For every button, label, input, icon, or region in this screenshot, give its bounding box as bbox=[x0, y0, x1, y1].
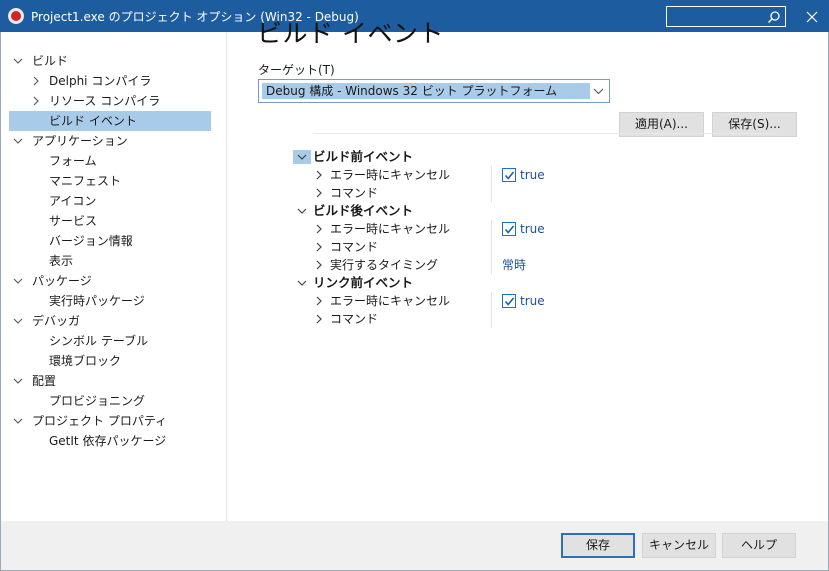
checkbox[interactable] bbox=[502, 294, 516, 308]
nav-item[interactable]: 環境ブロック bbox=[9, 351, 211, 371]
nav-item[interactable]: リソース コンパイラ bbox=[9, 91, 211, 111]
nav-item-label: GetIt 依存パッケージ bbox=[49, 434, 167, 448]
property-value: true bbox=[520, 168, 545, 182]
nav-item[interactable]: シンボル テーブル bbox=[9, 331, 211, 351]
chevron-right-icon[interactable] bbox=[314, 188, 324, 198]
target-select[interactable]: Debug 構成 - Windows 32 ビット プラットフォーム bbox=[258, 79, 610, 103]
chevron-down-icon[interactable] bbox=[13, 276, 23, 286]
nav-item-label: 環境ブロック bbox=[49, 354, 122, 368]
chevron-down-icon[interactable] bbox=[297, 278, 307, 288]
nav-item[interactable]: フォーム bbox=[9, 151, 211, 171]
chevron-right-icon[interactable] bbox=[314, 314, 324, 324]
property-divider bbox=[491, 166, 492, 202]
check-icon bbox=[504, 225, 515, 234]
nav-item[interactable]: 実行時パッケージ bbox=[9, 291, 211, 311]
chevron-right-icon[interactable] bbox=[314, 296, 324, 306]
nav-item-label: バージョン情報 bbox=[49, 234, 133, 248]
group-divider bbox=[313, 133, 777, 134]
chevron-down-icon[interactable] bbox=[297, 206, 307, 216]
chevron-right-icon[interactable] bbox=[314, 170, 324, 180]
nav-item[interactable]: プロジェクト プロパティ bbox=[9, 411, 211, 431]
chevron-down-icon bbox=[593, 88, 604, 95]
chevron-right-icon[interactable] bbox=[314, 242, 324, 252]
property-label[interactable]: エラー時にキャンセル bbox=[330, 292, 450, 310]
nav-item[interactable]: Delphi コンパイラ bbox=[9, 71, 211, 91]
property-label[interactable]: コマンド bbox=[330, 184, 378, 202]
nav-item[interactable]: アイコン bbox=[9, 191, 211, 211]
nav-item[interactable]: サービス bbox=[9, 211, 211, 231]
save-button[interactable]: 保存 bbox=[561, 533, 635, 558]
nav-item-label: シンボル テーブル bbox=[49, 334, 149, 348]
property-value[interactable]: 常時 bbox=[502, 256, 526, 274]
page-title: ビルド イベント bbox=[257, 19, 444, 48]
target-select-value: Debug 構成 - Windows 32 ビット プラットフォーム bbox=[262, 83, 590, 99]
nav-item-label: サービス bbox=[49, 214, 98, 228]
property-label[interactable]: エラー時にキャンセル bbox=[330, 166, 450, 184]
nav-item-label: アプリケーション bbox=[32, 134, 128, 148]
property-value: true bbox=[520, 222, 545, 236]
nav-item-label: デバッガ bbox=[32, 314, 81, 328]
target-label: ターゲット(T) bbox=[258, 63, 335, 77]
property-label[interactable]: エラー時にキャンセル bbox=[330, 220, 450, 238]
property-label[interactable]: 実行するタイミング bbox=[330, 256, 438, 274]
nav-item[interactable]: 配置 bbox=[9, 371, 211, 391]
nav-item-label: プロビジョニング bbox=[49, 394, 146, 408]
app-icon bbox=[8, 8, 24, 24]
property-group[interactable]: リンク前イベント bbox=[313, 274, 413, 292]
property-group[interactable]: ビルド後イベント bbox=[313, 202, 413, 220]
chevron-right-icon[interactable] bbox=[31, 76, 41, 86]
chevron-right-icon[interactable] bbox=[314, 260, 324, 270]
nav-item[interactable]: ビルド bbox=[9, 51, 211, 71]
cancel-button[interactable]: キャンセル bbox=[642, 533, 716, 558]
nav-item-label: パッケージ bbox=[32, 274, 92, 288]
close-button[interactable] bbox=[801, 6, 823, 28]
nav-item[interactable]: 表示 bbox=[9, 251, 211, 271]
nav-item[interactable]: GetIt 依存パッケージ bbox=[9, 431, 211, 451]
dialog-content: ビルド Delphi コンパイラ リソース コンパイラ ビルド イベントアプリケーショ… bbox=[1, 32, 828, 521]
nav-item[interactable]: ビルド イベント bbox=[9, 111, 211, 131]
nav-item[interactable]: パッケージ bbox=[9, 271, 211, 291]
close-icon bbox=[806, 11, 818, 23]
chevron-down-icon[interactable] bbox=[13, 56, 23, 66]
nav-item-label: アイコン bbox=[49, 194, 97, 208]
property-value: true bbox=[520, 294, 545, 308]
nav-item-label: 表示 bbox=[49, 254, 74, 268]
checkbox[interactable] bbox=[502, 222, 516, 236]
nav-item[interactable]: マニフェスト bbox=[9, 171, 211, 191]
options-tree: ビルド Delphi コンパイラ リソース コンパイラ ビルド イベントアプリケーショ… bbox=[1, 32, 227, 521]
nav-item-label: リソース コンパイラ bbox=[49, 94, 161, 108]
nav-item[interactable]: アプリケーション bbox=[9, 131, 211, 151]
chevron-right-icon[interactable] bbox=[31, 96, 41, 106]
search-box[interactable] bbox=[666, 6, 786, 27]
checkbox[interactable] bbox=[502, 168, 516, 182]
property-label[interactable]: コマンド bbox=[330, 238, 378, 256]
chevron-down-icon[interactable] bbox=[13, 376, 23, 386]
property-label[interactable]: コマンド bbox=[330, 310, 378, 328]
chevron-down-icon[interactable] bbox=[13, 316, 23, 326]
property-group[interactable]: ビルド前イベント bbox=[313, 148, 413, 166]
nav-item-label: マニフェスト bbox=[49, 174, 122, 188]
help-button[interactable]: ヘルプ bbox=[722, 533, 796, 558]
nav-item[interactable]: プロビジョニング bbox=[9, 391, 211, 411]
property-divider bbox=[491, 220, 492, 274]
nav-item-label: Delphi コンパイラ bbox=[49, 74, 152, 88]
nav-item-label: ビルド イベント bbox=[49, 114, 137, 128]
nav-item-label: 実行時パッケージ bbox=[49, 294, 145, 308]
nav-item-label: プロジェクト プロパティ bbox=[32, 414, 168, 428]
nav-item[interactable]: バージョン情報 bbox=[9, 231, 211, 251]
check-icon bbox=[504, 171, 515, 180]
check-icon bbox=[504, 297, 515, 306]
search-icon bbox=[768, 11, 780, 23]
chevron-down-icon[interactable] bbox=[13, 136, 23, 146]
nav-item-label: ビルド bbox=[32, 54, 69, 68]
chevron-right-icon[interactable] bbox=[314, 224, 324, 234]
property-divider bbox=[491, 292, 492, 328]
chevron-down-icon[interactable] bbox=[297, 152, 307, 162]
nav-item-label: フォーム bbox=[49, 154, 97, 168]
nav-item[interactable]: デバッガ bbox=[9, 311, 211, 331]
nav-item-label: 配置 bbox=[32, 374, 57, 388]
chevron-down-icon[interactable] bbox=[13, 416, 23, 426]
